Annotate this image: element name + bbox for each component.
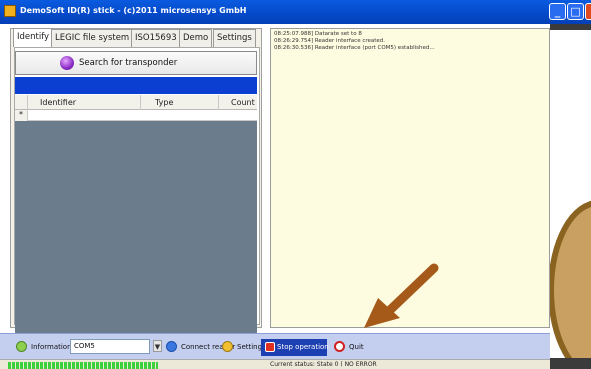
- tab-legic-file-system[interactable]: LEGIC file system: [51, 29, 134, 47]
- window-title: DemoSoft ID(R) stick - (c)2011 microsens…: [20, 6, 247, 15]
- connect-icon: [166, 341, 177, 352]
- information-icon: [16, 341, 27, 352]
- information-button[interactable]: Information: [16, 340, 72, 354]
- log-line: 08:26:29.754] Reader interface created.: [274, 38, 386, 44]
- app-window: DemoSoft ID(R) stick - (c)2011 microsens…: [0, 0, 591, 369]
- settings-icon: [222, 341, 233, 352]
- search-button-label: Search for transponder: [79, 58, 178, 68]
- progress-bar: [8, 362, 158, 369]
- bottom-toolbar: Information COM5 ▼ Connect reader Settin…: [0, 333, 550, 359]
- stop-label: Stop operation: [277, 343, 329, 351]
- stop-icon: [265, 342, 275, 352]
- magnifier-orb-icon: [60, 56, 74, 70]
- desktop-wallpaper-image: [548, 30, 591, 358]
- column-header-identifier[interactable]: Identifier: [28, 95, 141, 110]
- log-line: 08:25:07.988] Datarate set to 8: [274, 31, 362, 37]
- tab-settings[interactable]: Settings: [213, 29, 256, 47]
- stop-operation-button[interactable]: Stop operation: [261, 339, 329, 356]
- status-bar: Current status: State 0 ( NO ERROR: [0, 359, 550, 369]
- maximize-button[interactable]: □: [567, 3, 584, 20]
- quit-icon: [334, 341, 345, 352]
- column-header-count[interactable]: Count: [219, 95, 257, 110]
- tab-identify[interactable]: Identify: [13, 28, 54, 47]
- identify-pane: Identify LEGIC file system ISO15693 Demo…: [10, 28, 262, 353]
- tab-demo[interactable]: Demo: [179, 29, 213, 47]
- selection-bar: [15, 77, 257, 94]
- column-header-type[interactable]: Type: [141, 95, 219, 110]
- quit-label: Quit: [349, 343, 364, 351]
- status-text: Current status: State 0 ( NO ERROR: [270, 361, 377, 368]
- transponder-grid[interactable]: Identifier Type Count *: [15, 95, 257, 341]
- annotation-arrow-icon: [364, 263, 439, 328]
- minimize-button[interactable]: _: [549, 3, 566, 20]
- search-for-transponder-button[interactable]: Search for transponder: [15, 51, 257, 75]
- port-select[interactable]: COM5: [70, 339, 150, 354]
- information-label: Information: [31, 343, 72, 351]
- new-row-marker: *: [15, 110, 28, 121]
- settings-button[interactable]: Settings: [222, 340, 266, 354]
- chevron-down-icon[interactable]: ▼: [153, 340, 162, 352]
- table-row-new[interactable]: *: [15, 110, 257, 121]
- title-bar[interactable]: DemoSoft ID(R) stick - (c)2011 microsens…: [0, 0, 591, 24]
- close-button[interactable]: [585, 3, 591, 20]
- log-line: 08:26:30.536] Reader interface (port COM…: [274, 45, 435, 51]
- app-icon: [4, 5, 16, 17]
- grid-header: Identifier Type Count: [15, 95, 257, 110]
- quit-button[interactable]: Quit: [334, 340, 364, 354]
- tab-iso15693[interactable]: ISO15693: [131, 29, 181, 47]
- grid-corner-cell: [15, 95, 28, 110]
